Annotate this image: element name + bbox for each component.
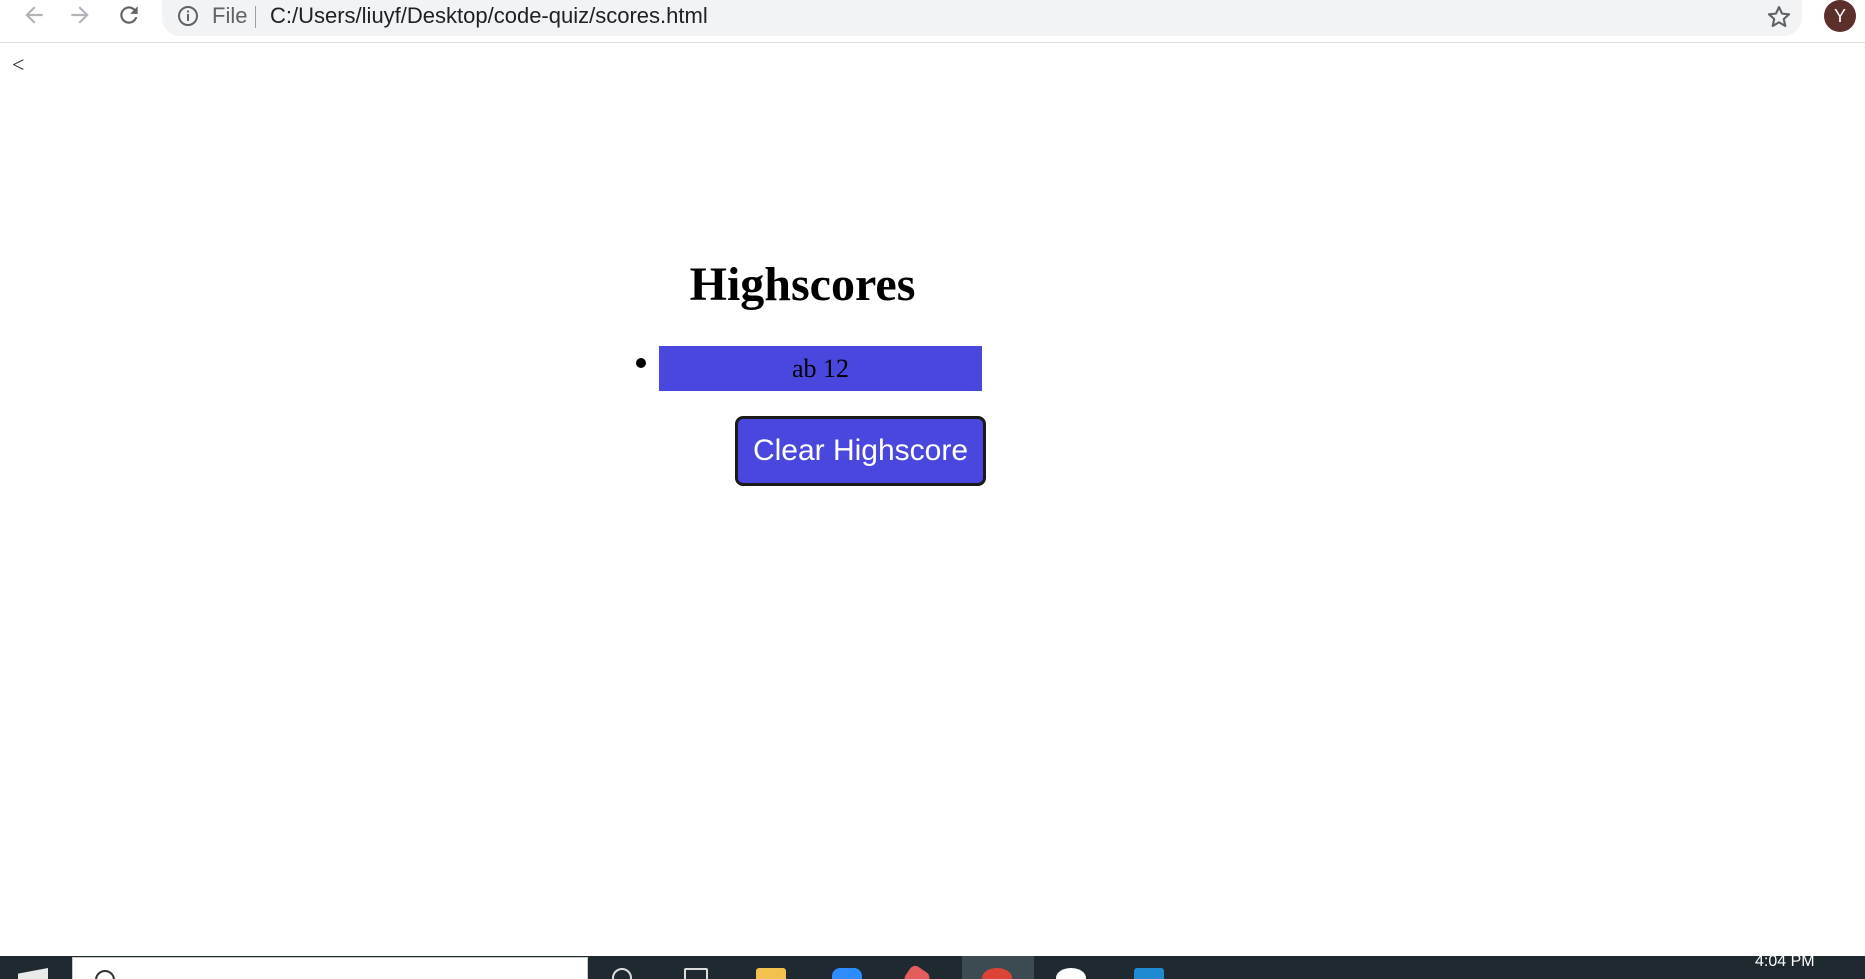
arrow-right-icon — [71, 6, 89, 24]
zoom-icon[interactable] — [832, 968, 862, 979]
taskbar-clock[interactable]: 4:04 PM — [1755, 956, 1815, 971]
slack-icon[interactable] — [1056, 968, 1086, 979]
reload-icon — [120, 6, 138, 24]
profile-avatar[interactable]: Y — [1824, 0, 1856, 32]
omnibox-divider — [255, 6, 256, 28]
chrome-taskbar-slot[interactable] — [962, 956, 1034, 979]
back-button[interactable] — [14, 0, 54, 30]
taskbar: 4:04 PM — [0, 956, 1865, 979]
url-scheme-label: File — [212, 3, 248, 28]
file-explorer-icon[interactable] — [756, 968, 786, 979]
info-icon[interactable] — [176, 4, 200, 28]
address-bar[interactable]: File C:/Users/liuyf/Desktop/code-quiz/sc… — [162, 0, 1802, 36]
url-text[interactable]: C:/Users/liuyf/Desktop/code-quiz/scores.… — [270, 3, 708, 29]
taskbar-search-input[interactable] — [72, 957, 588, 979]
windows-start-icon[interactable] — [18, 968, 48, 979]
chrome-icon — [982, 968, 1012, 979]
bullet-marker — [636, 358, 646, 368]
clear-highscore-button[interactable]: Clear Highscore — [735, 416, 986, 486]
vscode-icon[interactable] — [1134, 968, 1164, 979]
paint-icon[interactable] — [902, 963, 932, 979]
browser-toolbar: File C:/Users/liuyf/Desktop/code-quiz/sc… — [0, 0, 1865, 43]
task-view-icon[interactable] — [684, 968, 708, 979]
arrow-left-icon — [25, 6, 43, 24]
bookmark-star-icon[interactable] — [1765, 3, 1793, 31]
search-icon — [95, 970, 115, 979]
reload-button[interactable] — [109, 0, 149, 30]
cortana-icon[interactable] — [612, 968, 632, 979]
page-title: Highscores — [689, 258, 916, 311]
back-link[interactable]: < — [12, 52, 24, 78]
highscore-entry: ab 12 — [659, 346, 982, 391]
page-content: < Highscores ab 12 Clear Highscore — [0, 44, 1865, 956]
forward-button[interactable] — [60, 0, 100, 30]
